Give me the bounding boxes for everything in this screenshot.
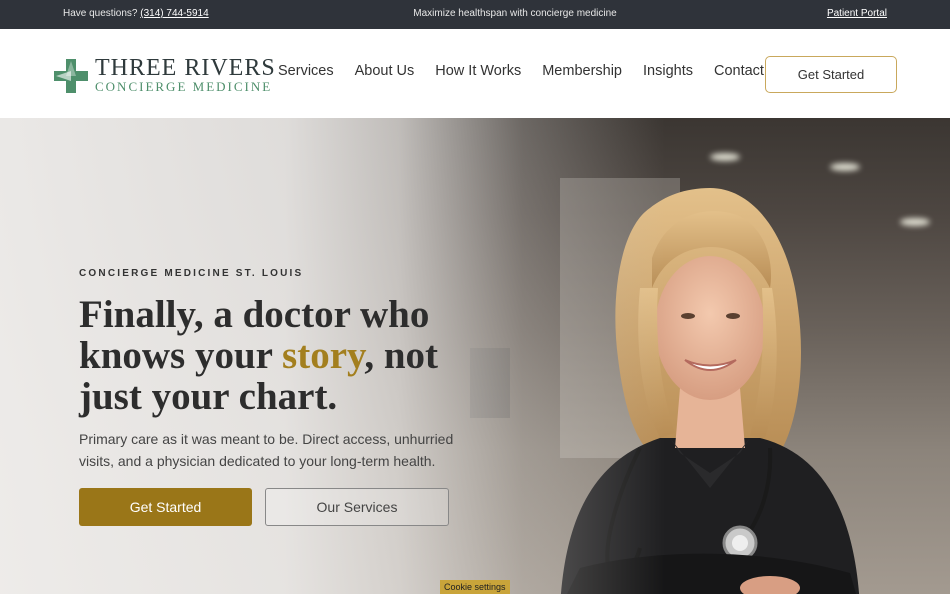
cross-logo-icon xyxy=(54,59,88,93)
top-utility-bar: Have questions? (314) 744-5914 Maximize … xyxy=(0,0,950,29)
hero-description: Primary care as it was meant to be. Dire… xyxy=(79,431,454,469)
logo[interactable]: THREE RIVERS CONCIERGE MEDICINE xyxy=(54,56,275,94)
hero-get-started-button[interactable]: Get Started xyxy=(79,488,252,526)
nav-contact[interactable]: Contact xyxy=(714,63,764,79)
site-header: THREE RIVERS CONCIERGE MEDICINE Services… xyxy=(0,29,950,118)
nav-services[interactable]: Services xyxy=(278,63,334,79)
hero-eyebrow: CONCIERGE MEDICINE ST. LOUIS xyxy=(79,268,304,279)
cookie-settings-button[interactable]: Cookie settings xyxy=(440,580,510,594)
hero-headline: Finally, a doctor who knows your story, … xyxy=(79,294,479,417)
header-get-started-button[interactable]: Get Started xyxy=(765,56,897,93)
logo-name: THREE RIVERS xyxy=(95,55,276,81)
hero-section: CONCIERGE MEDICINE ST. LOUIS Finally, a … xyxy=(0,118,950,594)
hero-our-services-button[interactable]: Our Services xyxy=(265,488,449,526)
topbar-tagline: Maximize healthspan with concierge medic… xyxy=(413,8,617,19)
nav-membership[interactable]: Membership xyxy=(542,63,622,79)
nav-insights[interactable]: Insights xyxy=(643,63,693,79)
headline-accent: story xyxy=(282,334,365,377)
nav-about-us[interactable]: About Us xyxy=(355,63,415,79)
patient-portal-link[interactable]: Patient Portal xyxy=(827,8,887,19)
nav-how-it-works[interactable]: How It Works xyxy=(435,63,521,79)
logo-tagline: CONCIERGE MEDICINE xyxy=(95,79,273,94)
main-nav: Services About Us How It Works Membershi… xyxy=(278,63,785,79)
